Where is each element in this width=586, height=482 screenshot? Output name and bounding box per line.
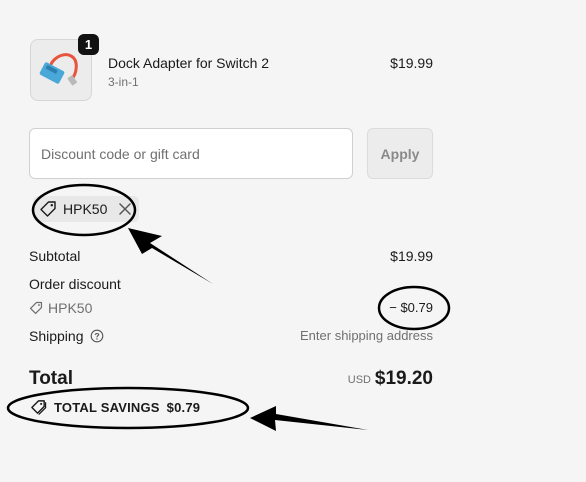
discount-code-row: HPK50 bbox=[29, 300, 92, 316]
savings-label: TOTAL SAVINGS bbox=[54, 400, 160, 415]
product-variant: 3-in-1 bbox=[108, 75, 139, 89]
help-icon[interactable] bbox=[90, 329, 104, 343]
product-price: $19.99 bbox=[390, 55, 433, 71]
currency-code: USD bbox=[347, 374, 371, 386]
quantity-badge: 1 bbox=[78, 34, 99, 55]
order-discount-label: Order discount bbox=[29, 276, 121, 292]
annotation-arrow-savings bbox=[250, 406, 368, 431]
total-savings: TOTAL SAVINGS $0.79 bbox=[30, 399, 200, 416]
tags-icon bbox=[31, 400, 47, 415]
discount-code-name: HPK50 bbox=[48, 300, 93, 316]
shipping-value: Enter shipping address bbox=[300, 328, 433, 343]
apply-button[interactable]: Apply bbox=[367, 128, 433, 179]
subtotal-value: $19.99 bbox=[390, 248, 433, 264]
tag-icon bbox=[29, 301, 43, 315]
product-name: Dock Adapter for Switch 2 bbox=[108, 55, 270, 71]
shipping-row: Shipping bbox=[29, 328, 104, 344]
discount-code-placeholder: Discount code or gift card bbox=[41, 145, 200, 162]
applied-code-label: HPK50 bbox=[63, 201, 108, 217]
total-label: Total bbox=[29, 368, 73, 389]
discount-code-input[interactable]: Discount code or gift card bbox=[29, 128, 353, 179]
total-value: $19.20 bbox=[374, 368, 433, 389]
remove-code-icon[interactable] bbox=[117, 201, 133, 217]
shipping-label: Shipping bbox=[29, 328, 84, 344]
savings-value: $0.79 bbox=[166, 400, 201, 415]
annotation-arrow-code bbox=[128, 228, 213, 284]
subtotal-label: Subtotal bbox=[29, 248, 81, 264]
tag-icon bbox=[40, 201, 56, 217]
applied-discount-chip: HPK50 bbox=[33, 196, 140, 222]
discount-value: − $0.79 bbox=[389, 300, 433, 315]
